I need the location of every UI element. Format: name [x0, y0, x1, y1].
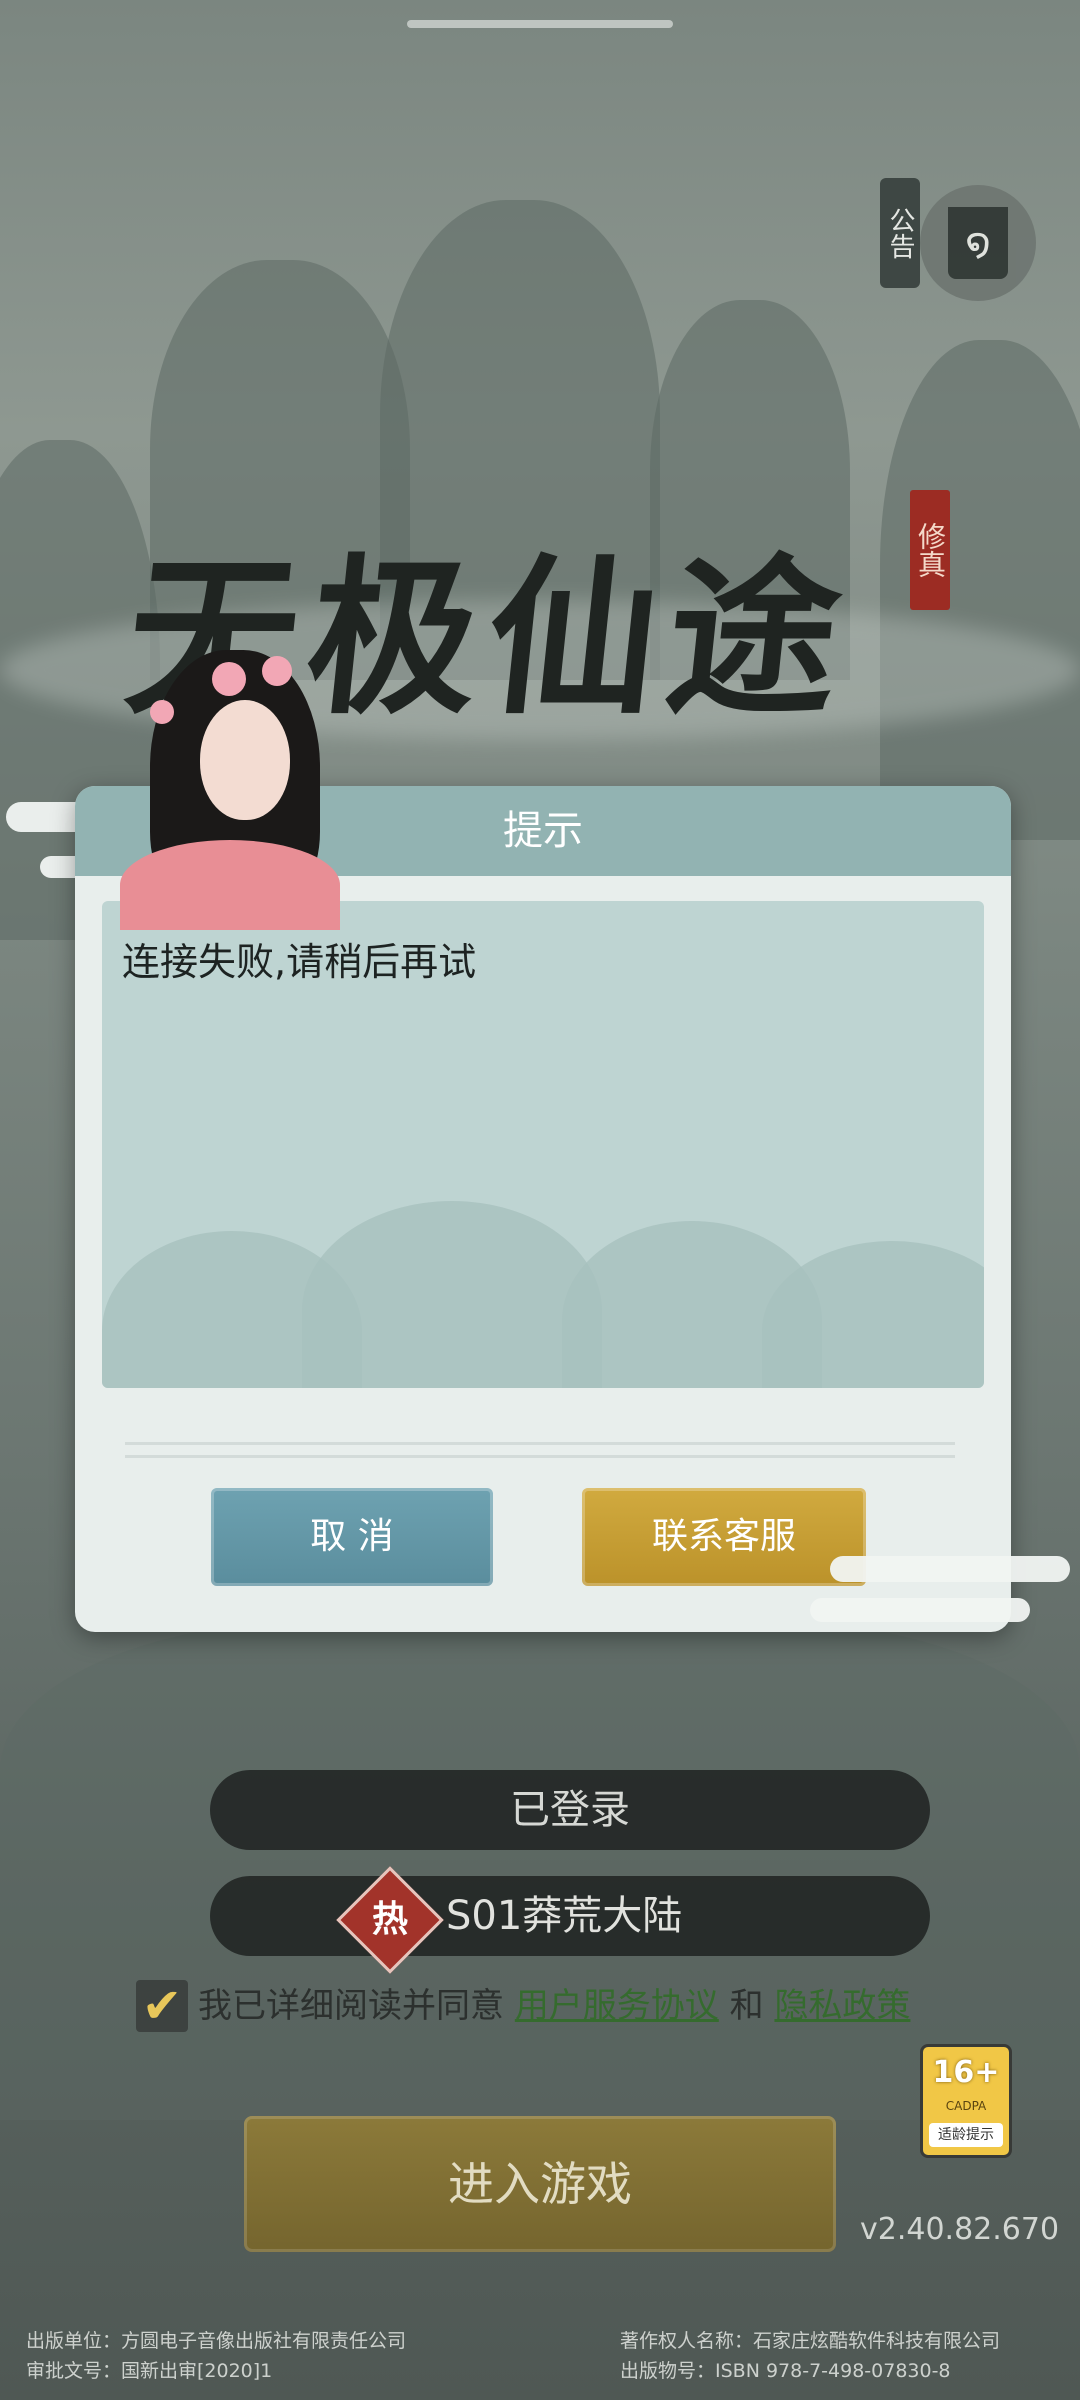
login-status[interactable]: 已登录	[210, 1770, 930, 1850]
isbn-info: 出版物号：ISBN 978-7-498-07830-8	[620, 2360, 951, 2382]
age-rating-number: 16+	[932, 2055, 1000, 2090]
publisher-info: 出版单位：方圆电子音像出版社有限责任公司	[26, 2330, 407, 2352]
notice-button[interactable]: 公告	[880, 178, 920, 288]
cloud-decoration	[810, 1598, 1030, 1622]
contact-service-button[interactable]: 联系客服	[582, 1488, 866, 1586]
body-mountain	[302, 1201, 602, 1388]
valley	[0, 1620, 1080, 2120]
hot-badge-label: 热	[371, 1899, 408, 1940]
approval-number: 审批文号：国新出审[2020]1	[26, 2360, 273, 2382]
enter-game-button[interactable]: 进入游戏	[244, 2116, 836, 2252]
flower-ornament	[212, 662, 246, 696]
notice-emblem[interactable]: ໑	[920, 185, 1036, 301]
character-face	[200, 700, 290, 820]
agreement-checkbox[interactable]: ✔	[136, 1980, 188, 2032]
copyright-owner: 著作权人名称：石家庄炫酷软件科技有限公司	[620, 2330, 1001, 2352]
dialog-body: 连接失败,请稍后再试	[102, 901, 984, 1388]
user-agreement-link[interactable]: 用户服务协议	[515, 1986, 719, 2026]
character-clothing	[120, 840, 340, 930]
age-rating-badge[interactable]: 16+ CADPA 适龄提示	[920, 2044, 1012, 2158]
version-label: v2.40.82.670	[860, 2212, 1060, 2247]
home-indicator	[407, 20, 673, 28]
dialog-message: 连接失败,请稍后再试	[122, 940, 477, 984]
flower-ornament	[262, 656, 292, 686]
flower-ornament	[150, 700, 174, 724]
agreement-text: 我已详细阅读并同意 用户服务协议 和 隐私政策	[198, 1980, 910, 2032]
title-seal: 修真	[910, 490, 950, 610]
divider	[125, 1442, 955, 1458]
agreement-prefix: 我已详细阅读并同意	[198, 1986, 504, 2026]
check-icon: ✔	[141, 1978, 183, 2034]
notice-label: 公告	[885, 207, 915, 259]
server-name[interactable]: S01莽荒大陆	[446, 1876, 682, 1956]
age-rating-tip: 适龄提示	[929, 2123, 1003, 2147]
privacy-policy-link[interactable]: 隐私政策	[774, 1986, 910, 2026]
age-rating-org: CADPA	[945, 2099, 987, 2113]
spiral-icon: ໑	[948, 207, 1008, 279]
cloud-decoration	[830, 1556, 1070, 1582]
agreement-and: 和	[729, 1986, 764, 2026]
cancel-button[interactable]: 取 消	[211, 1488, 493, 1586]
